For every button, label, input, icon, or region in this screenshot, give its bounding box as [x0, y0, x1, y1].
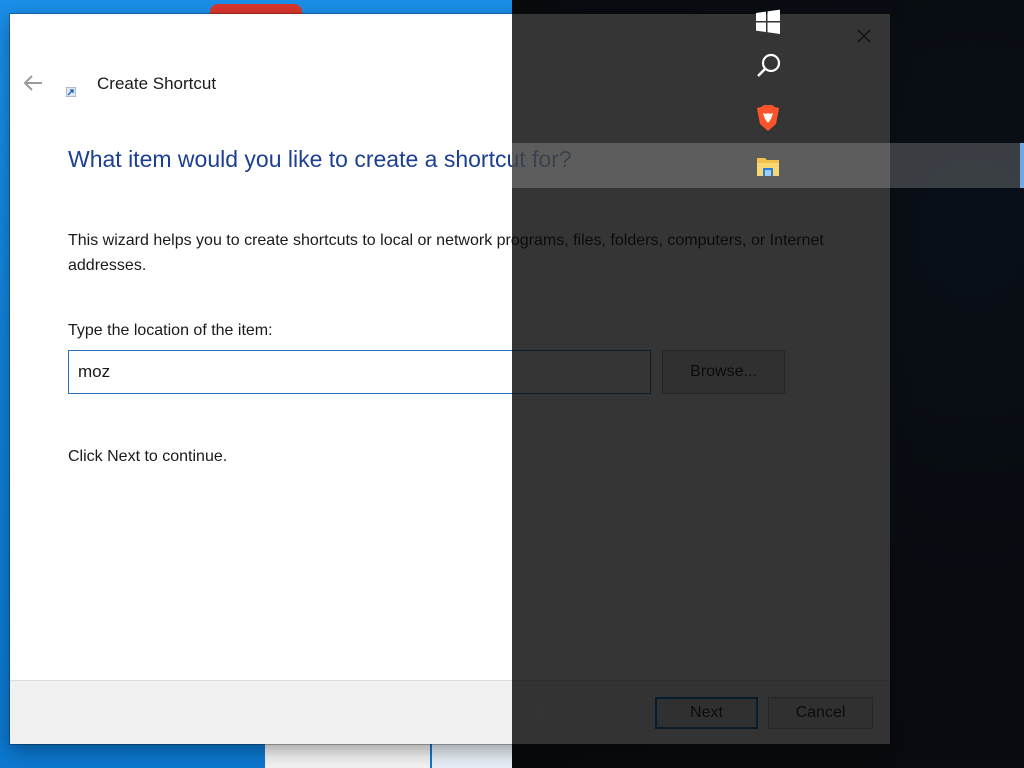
next-button[interactable]: Next: [655, 697, 758, 729]
taskbar-window-preview: [265, 744, 430, 768]
chevron-left-icon[interactable]: [528, 695, 552, 725]
file-explorer-icon[interactable]: [752, 150, 784, 182]
page-heading: What item would you like to create a sho…: [68, 146, 572, 172]
close-icon[interactable]: [856, 28, 872, 44]
search-icon[interactable]: [752, 50, 784, 82]
dialog-footer: Next Cancel: [10, 680, 890, 744]
back-arrow-icon[interactable]: [22, 72, 44, 94]
location-input[interactable]: [68, 350, 651, 394]
taskbar-window-preview: [432, 744, 512, 768]
brave-browser-icon[interactable]: [752, 102, 784, 134]
location-label: Type the location of the item:: [68, 322, 273, 339]
browse-button[interactable]: Browse...: [662, 350, 785, 394]
windows-icon[interactable]: [752, 6, 784, 38]
start-menu-highlight-edge: [1020, 143, 1024, 188]
continue-instruction: Click Next to continue.: [68, 448, 228, 465]
dialog-title: Create Shortcut: [97, 74, 217, 93]
cancel-button[interactable]: Cancel: [768, 697, 873, 729]
shortcut-icon: [65, 84, 77, 98]
wizard-description: This wizard helps you to create shortcut…: [68, 232, 824, 274]
